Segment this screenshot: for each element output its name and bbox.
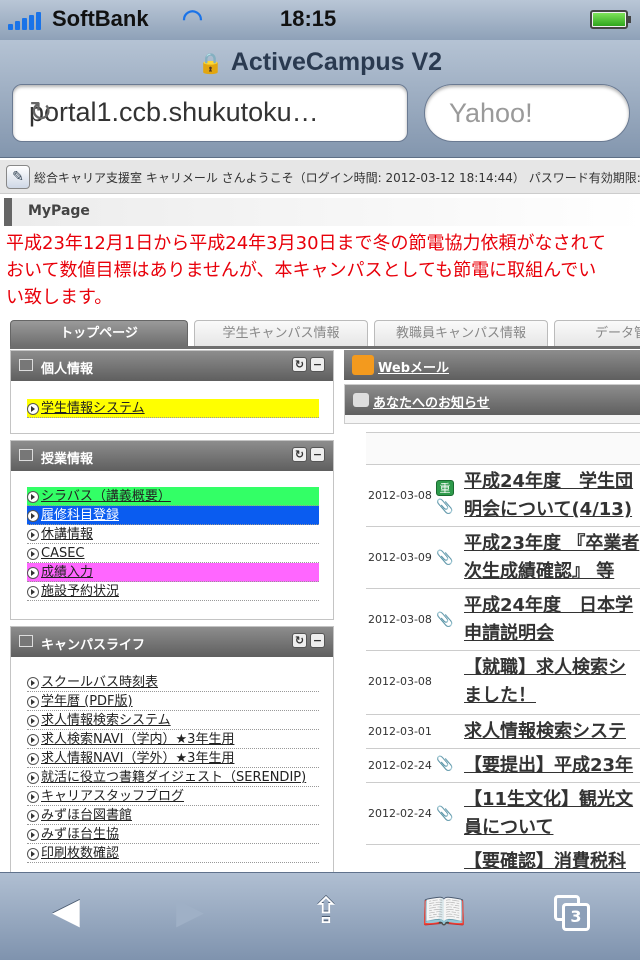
link-job-navi-external[interactable]: 求人情報NAVI（学外）★3年生用 bbox=[27, 749, 319, 768]
important-badge: 重 bbox=[436, 480, 454, 496]
link-casec[interactable]: CASEC bbox=[27, 544, 319, 563]
link-print-count[interactable]: 印刷枚数確認 bbox=[27, 844, 319, 863]
link-facility-reservation[interactable]: 施設予約状況 bbox=[27, 582, 319, 601]
link-course-registration[interactable]: 履修科目登録 bbox=[27, 506, 319, 525]
welcome-text: 総合キャリア支援室 キャリメール さんようこそ（ログイン時間: 2012-03-… bbox=[34, 171, 640, 185]
notices-panel: あなたへのお知らせ bbox=[344, 384, 640, 424]
link-cancelled-classes[interactable]: 休講情報 bbox=[27, 525, 319, 544]
panel-classes: 授業情報 ↻ − シラバス（講義概要） 履修科目登録 休講情報 CASEC 成績入… bbox=[10, 440, 334, 620]
news-row[interactable]: 2012-03-01 求人情報検索システ bbox=[366, 715, 640, 749]
tab-top-page[interactable]: トップページ bbox=[10, 320, 188, 346]
panel-header: 個人情報 ↻ − bbox=[11, 351, 333, 381]
news-row[interactable]: 2012-03-08 【就職】求人検索シ ました！ bbox=[366, 651, 640, 715]
notices-header: あなたへのお知らせ bbox=[345, 385, 640, 415]
tabs-button[interactable]: 3 bbox=[554, 895, 590, 931]
panel-header: 授業情報 ↻ − bbox=[11, 441, 333, 471]
browser-bar: 🔒 ActiveCampus V2 portal1.ccb.shukutoku… … bbox=[0, 40, 640, 158]
link-career-blog[interactable]: キャリアスタッフブログ bbox=[27, 787, 319, 806]
attachment-icon: 📎 bbox=[436, 499, 454, 515]
signal-icon bbox=[8, 10, 48, 30]
tab-student-campus[interactable]: 学生キャンパス情報 bbox=[194, 320, 368, 346]
speech-bubble-icon bbox=[353, 393, 369, 407]
notice-text: 平成23年12月1日から平成24年3月30日まで冬の節電協力依頼がなされて おい… bbox=[6, 233, 606, 308]
news-row[interactable]: 2012-03-08 📎 平成24年度 日本学 申請説明会 bbox=[366, 589, 640, 651]
panel-campus-life: キャンパスライフ ↻ − スクールバス時刻表 学年暦 (PDF版) 求人情報検索シ… bbox=[10, 626, 334, 886]
tab-bar: トップページ 学生キャンパス情報 教職員キャンパス情報 データ管 bbox=[10, 320, 640, 346]
news-row[interactable]: 2012-03-08 重 📎 平成24年度 学生団 明会について(4/13) bbox=[366, 465, 640, 527]
panel-icon bbox=[19, 359, 33, 371]
news-row[interactable]: 2012-02-24 📎 【11生文化】観光文 員について bbox=[366, 783, 640, 845]
portal-icon: ✎ bbox=[6, 165, 30, 189]
news-row[interactable]: 2012-03-09 📎 平成23年度 『卒業者 次生成績確認』 等 bbox=[366, 527, 640, 589]
link-grade-entry[interactable]: 成績入力 bbox=[27, 563, 319, 582]
rss-icon bbox=[352, 355, 374, 375]
tab-underline bbox=[10, 346, 640, 349]
news-list: 2012-03-08 重 📎 平成24年度 学生団 明会について(4/13) 20… bbox=[366, 432, 640, 879]
link-job-search-system[interactable]: 求人情報検索システム bbox=[27, 711, 319, 730]
refresh-icon[interactable]: ↻ bbox=[292, 633, 307, 648]
browser-toolbar: ◀ ▶ ⇪ 📖 3 bbox=[0, 872, 640, 960]
attachment-icon: 📎 bbox=[436, 550, 454, 566]
wifi-icon: ◠ bbox=[182, 5, 203, 32]
mypage-header: MyPage bbox=[4, 198, 640, 226]
refresh-icon[interactable]: ↻ bbox=[292, 357, 307, 372]
minimize-icon[interactable]: − bbox=[310, 633, 325, 648]
panel-header: キャンパスライフ ↻ − bbox=[11, 627, 333, 657]
link-serendip[interactable]: 就活に役立つ書籍ダイジェスト（SERENDIP) bbox=[27, 768, 319, 787]
notices-link[interactable]: あなたへのお知らせ bbox=[373, 392, 490, 411]
welcome-bar: ✎ 総合キャリア支援室 キャリメール さんようこそ（ログイン時間: 2012-0… bbox=[0, 160, 640, 194]
link-job-navi-internal[interactable]: 求人検索NAVI（学内）★3年生用 bbox=[27, 730, 319, 749]
tab-count: 3 bbox=[562, 903, 590, 931]
link-coop[interactable]: みずほ台生協 bbox=[27, 825, 319, 844]
panel-icon bbox=[19, 635, 33, 647]
attachment-icon: 📎 bbox=[436, 612, 454, 628]
search-field[interactable]: Yahoo! bbox=[424, 84, 630, 142]
link-syllabus[interactable]: シラバス（講義概要） bbox=[27, 487, 319, 506]
attachment-icon: 📎 bbox=[436, 756, 454, 772]
refresh-icon[interactable]: ↻ bbox=[292, 447, 307, 462]
lock-icon: 🔒 bbox=[197, 53, 223, 75]
link-library[interactable]: みずほ台図書館 bbox=[27, 806, 319, 825]
link-academic-calendar[interactable]: 学年暦 (PDF版) bbox=[27, 692, 319, 711]
link-school-bus[interactable]: スクールバス時刻表 bbox=[27, 673, 319, 692]
webmail-header: Webメール bbox=[344, 350, 640, 380]
panel-icon bbox=[19, 449, 33, 461]
page-title: 🔒 ActiveCampus V2 bbox=[197, 48, 443, 76]
search-placeholder: Yahoo! bbox=[449, 98, 533, 128]
panel-personal: 個人情報 ↻ − 学生情報システム bbox=[10, 350, 334, 434]
minimize-icon[interactable]: − bbox=[310, 357, 325, 372]
attachment-icon: 📎 bbox=[436, 806, 454, 822]
address-bar[interactable]: portal1.ccb.shukutoku… ↻ bbox=[12, 84, 408, 142]
reload-icon[interactable]: ↻ bbox=[29, 95, 359, 128]
bookmarks-icon[interactable]: 📖 bbox=[414, 891, 474, 941]
news-row[interactable]: 2012-02-24 📎 【要提出】平成23年 bbox=[366, 749, 640, 783]
link-student-info[interactable]: 学生情報システム bbox=[27, 399, 319, 418]
tab-data[interactable]: データ管 bbox=[554, 320, 640, 346]
mypage-title: MyPage bbox=[28, 203, 90, 219]
back-button[interactable]: ◀ bbox=[36, 891, 96, 941]
webmail-link[interactable]: Webメール bbox=[378, 357, 449, 376]
clock: 18:15 bbox=[280, 6, 337, 31]
status-bar: SoftBank ◠ 18:15 bbox=[0, 0, 640, 40]
news-header-row bbox=[366, 433, 640, 465]
share-icon[interactable]: ⇪ bbox=[296, 891, 356, 941]
webmail-panel: Webメール bbox=[344, 350, 640, 380]
forward-button[interactable]: ▶ bbox=[160, 891, 220, 941]
minimize-icon[interactable]: − bbox=[310, 447, 325, 462]
carrier-name: SoftBank bbox=[52, 6, 149, 31]
tab-staff-campus[interactable]: 教職員キャンパス情報 bbox=[374, 320, 548, 346]
battery-icon bbox=[590, 10, 631, 29]
